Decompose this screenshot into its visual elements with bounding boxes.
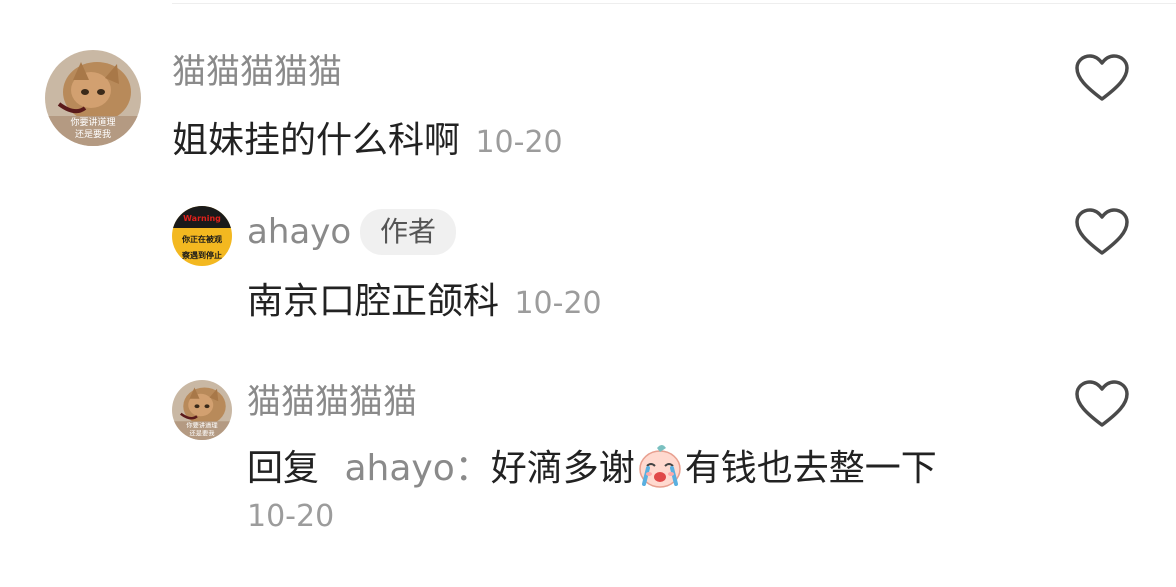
avatar-text-line1: Warning — [183, 214, 221, 223]
avatar-caption-line1: 你要讲道理 — [70, 116, 115, 128]
like-button[interactable] — [1072, 202, 1132, 262]
comment-username[interactable]: 猫猫猫猫猫 — [172, 50, 342, 94]
avatar-caption-line2: 还是要我 — [75, 128, 111, 140]
avatar-text-line2: 你正在被观 — [181, 234, 222, 244]
like-button[interactable] — [1072, 374, 1132, 434]
reply-colon: ： — [454, 448, 491, 489]
avatar[interactable]: 你要讲道理 还是要我 — [45, 50, 141, 146]
reply-username[interactable]: 猫猫猫猫猫 — [247, 380, 417, 424]
avatar[interactable]: Warning 你正在被观 察遇到停止 — [172, 206, 232, 266]
avatar[interactable]: 你要讲道理 还是要我 — [172, 380, 232, 440]
reply-target-username[interactable]: ahayo — [344, 448, 454, 489]
cat-avatar-image: 你要讲道理 还是要我 — [172, 380, 232, 440]
cat-avatar-image: 你要讲道理 还是要我 — [45, 50, 141, 146]
author-badge: 作者 — [360, 209, 456, 255]
comment-text[interactable]: 姐妹挂的什么科啊 — [172, 120, 460, 161]
reply-date: 10-20 — [514, 286, 602, 321]
reply-item: Warning 你正在被观 察遇到停止 ahayo 作者 南京口腔正颌科 10-… — [0, 190, 1176, 350]
comment-date: 10-20 — [475, 125, 563, 160]
heart-outline-icon — [1075, 54, 1129, 101]
warning-avatar-image: Warning 你正在被观 察遇到停止 — [172, 206, 232, 266]
comment-item: 你要讲道理 还是要我 猫猫猫猫猫 姐妹挂的什么科啊 10-20 — [0, 0, 1176, 190]
comment-text-row: 姐妹挂的什么科啊 10-20 — [172, 117, 563, 167]
crying-baby-emoji — [639, 445, 681, 488]
reply-text-before-emoji[interactable]: 好滴多谢 — [491, 448, 635, 489]
reply-text-row: 回复 ahayo：好滴多谢 有钱也去整一下 — [247, 440, 937, 493]
reply-username[interactable]: ahayo — [247, 210, 351, 254]
avatar-text-line3: 察遇到停止 — [182, 250, 222, 260]
reply-text[interactable]: 南京口腔正颌科 — [247, 281, 499, 322]
reply-prefix: 回复 — [247, 448, 320, 489]
reply-text-row: 南京口腔正颌科 10-20 — [247, 278, 602, 328]
like-button[interactable] — [1072, 48, 1132, 108]
heart-outline-icon — [1075, 208, 1129, 255]
reply-item: 你要讲道理 还是要我 猫猫猫猫猫 回复 ahayo：好滴多谢 有钱也去整一下 1… — [0, 360, 1176, 587]
heart-outline-icon — [1075, 380, 1129, 427]
reply-date: 10-20 — [247, 499, 335, 534]
reply-text-after-emoji[interactable]: 有钱也去整一下 — [685, 448, 937, 489]
